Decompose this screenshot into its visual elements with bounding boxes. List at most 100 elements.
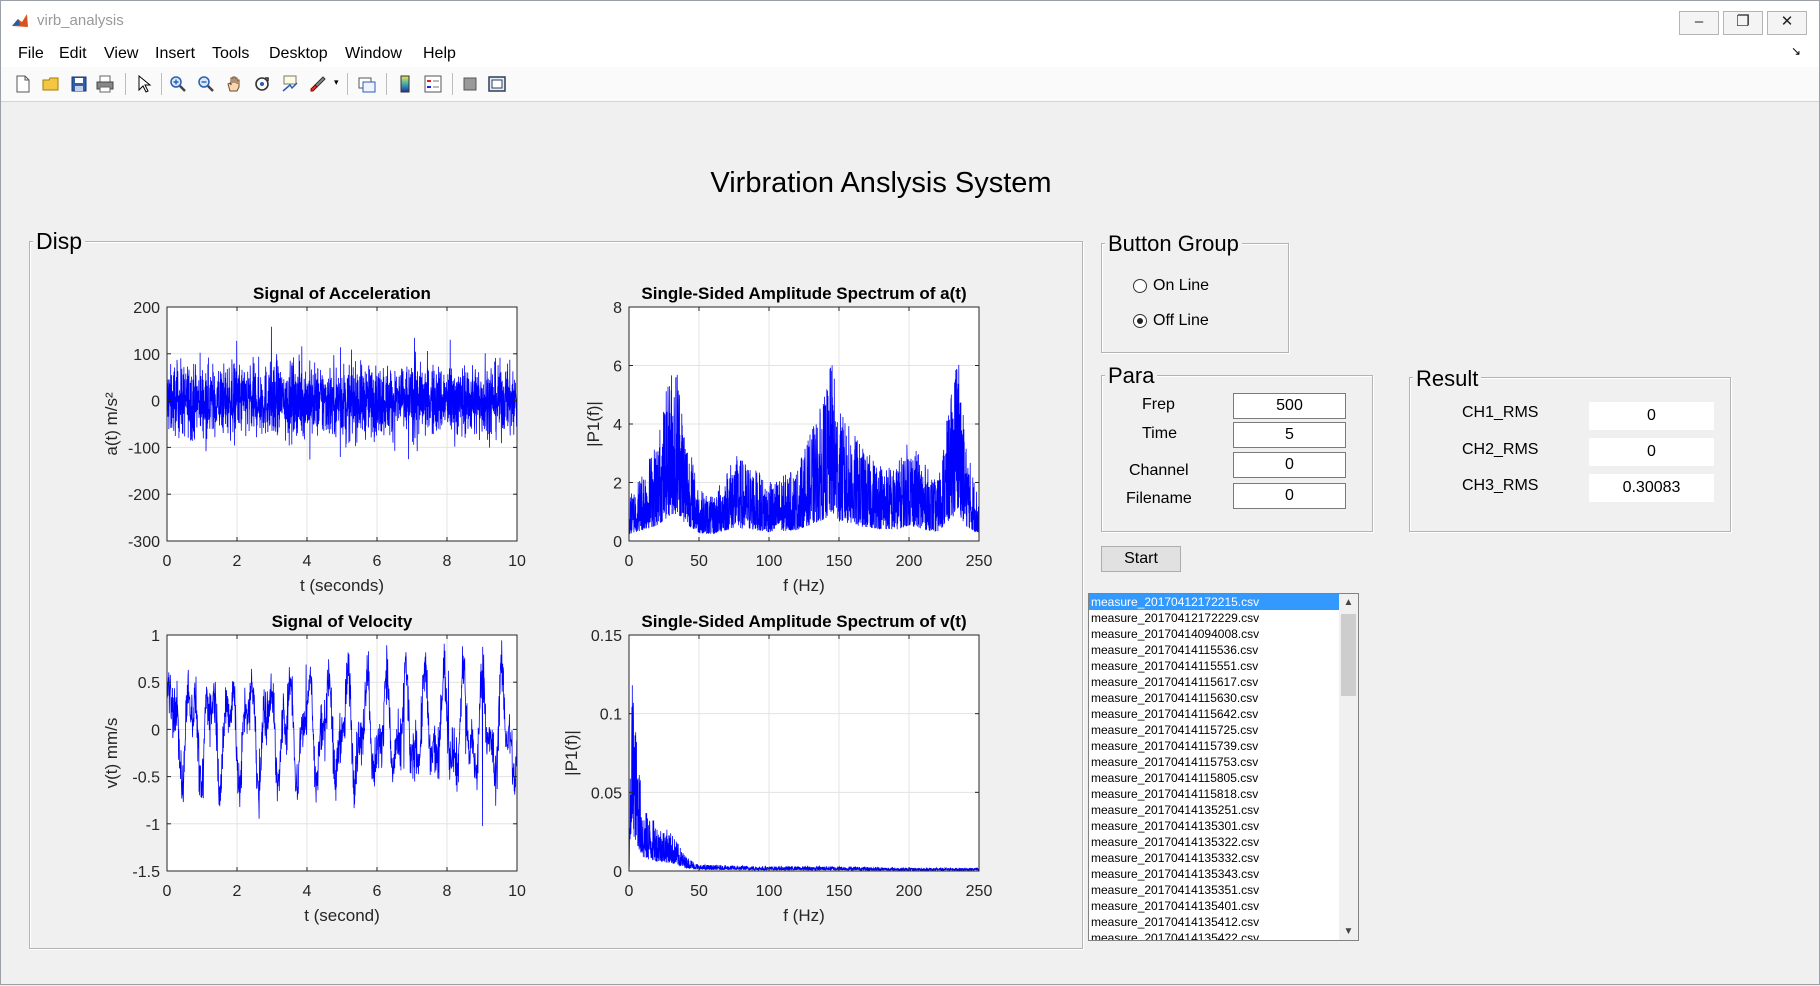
file-list-item[interactable]: measure_20170414115818.csv [1089,786,1339,802]
y-tick-label: 0.1 [600,707,622,724]
filename-field[interactable]: 0 [1233,483,1346,509]
file-list-item[interactable]: measure_20170414135251.csv [1089,802,1339,818]
x-axis-label: f (Hz) [783,906,825,925]
para-title: Para [1105,363,1158,389]
file-list-item[interactable]: measure_20170414135322.csv [1089,834,1339,850]
file-list-item[interactable]: measure_20170414115739.csv [1089,738,1339,754]
scroll-down-icon[interactable]: ▼ [1339,923,1358,940]
x-tick-label: 2 [233,553,242,570]
file-list-item[interactable]: measure_20170414115617.csv [1089,674,1339,690]
x-axis-label: t (second) [304,906,380,925]
x-tick-label: 6 [373,553,382,570]
frep-field[interactable]: 500 [1233,393,1346,419]
x-axis-label: t (seconds) [300,576,384,595]
x-tick-label: 4 [303,553,312,570]
x-tick-label: 100 [756,883,783,900]
y-axis-label: a(t) m/s² [102,392,121,456]
chart-title: Signal of Acceleration [253,284,431,303]
x-tick-label: 4 [303,883,312,900]
button-group-panel [1101,243,1289,353]
y-tick-label: 0 [151,394,160,411]
scroll-thumb[interactable] [1341,614,1356,696]
x-tick-label: 10 [508,553,526,570]
x-tick-label: 0 [625,883,634,900]
y-tick-label: 0.05 [591,785,622,802]
file-list-item[interactable]: measure_20170414115753.csv [1089,754,1339,770]
chart-1: 0 50 100 150 200 250 0 2 4 6 8 Single-Sided Amplitu… [584,284,992,595]
x-tick-label: 150 [826,883,853,900]
radio-online-label[interactable]: On Line [1153,277,1209,295]
file-list-items: measure_20170412172215.csv measure_201704… [1089,594,1339,940]
ch1-rms-label: CH1_RMS [1462,404,1539,421]
list-scrollbar[interactable]: ▲ ▼ [1339,594,1358,940]
x-tick-label: 250 [966,883,993,900]
file-list-item[interactable]: measure_20170414115725.csv [1089,722,1339,738]
figure-window: virb_analysis – ❐ ✕ File Edit View Inser… [0,0,1820,985]
file-list-item[interactable]: measure_20170414115642.csv [1089,706,1339,722]
chart-2: 0 2 4 6 8 10 -1.5 -1 -0.5 0 0.5 1 Signal of Velocity… [102,612,526,925]
ch1-rms-value: 0 [1589,402,1714,430]
frep-label: Frep [1142,396,1175,413]
y-tick-label: 0.15 [591,628,622,645]
y-tick-label: 6 [613,359,622,376]
y-tick-label: 2 [613,476,622,493]
y-tick-label: -0.5 [132,770,160,787]
x-tick-label: 100 [756,553,783,570]
file-list-item[interactable]: measure_20170414135401.csv [1089,898,1339,914]
radio-selected-dot [1137,318,1143,324]
radio-online[interactable] [1133,279,1147,293]
file-list-item[interactable]: measure_20170414135301.csv [1089,818,1339,834]
channel-field[interactable]: 0 [1233,452,1346,478]
time-field[interactable]: 5 [1233,422,1346,448]
x-tick-label: 200 [896,553,923,570]
time-label: Time [1142,425,1177,442]
y-tick-label: 100 [133,347,160,364]
x-tick-label: 0 [163,553,172,570]
file-list-item[interactable]: measure_20170414115551.csv [1089,658,1339,674]
radio-offline-label[interactable]: Off Line [1153,312,1209,330]
file-list-item[interactable]: measure_20170414135412.csv [1089,914,1339,930]
x-axis-label: f (Hz) [783,576,825,595]
channel-label: Channel [1129,462,1189,479]
y-tick-label: 8 [613,300,622,317]
file-list-item[interactable]: measure_20170414115630.csv [1089,690,1339,706]
ch3-rms-label: CH3_RMS [1462,477,1539,494]
y-tick-label: 0 [151,722,160,739]
result-title: Result [1413,366,1482,392]
scroll-up-icon[interactable]: ▲ [1339,594,1358,611]
file-list-item[interactable]: measure_20170414135343.csv [1089,866,1339,882]
y-tick-label: 4 [613,417,622,434]
y-tick-label: 0.5 [138,675,160,692]
y-axis-label: v(t) mm/s [102,718,121,789]
start-button[interactable]: Start [1101,546,1181,572]
file-list-item[interactable]: measure_20170414135332.csv [1089,850,1339,866]
y-tick-label: -1.5 [132,864,160,881]
file-list-item[interactable]: measure_20170414135351.csv [1089,882,1339,898]
file-list-item[interactable]: measure_20170412172229.csv [1089,610,1339,626]
chart-title: Single-Sided Amplitude Spectrum of v(t) [641,612,966,631]
radio-offline[interactable] [1133,314,1147,328]
x-tick-label: 0 [163,883,172,900]
y-axis-label: |P1(f)| [584,401,603,447]
ch3-rms-value: 0.30083 [1589,474,1714,502]
button-group-title: Button Group [1105,231,1242,257]
x-tick-label: 0 [625,553,634,570]
file-list-item[interactable]: measure_20170412172215.csv [1089,594,1339,610]
y-tick-label: -200 [128,487,160,504]
y-tick-label: -1 [146,817,160,834]
x-tick-label: 50 [690,553,708,570]
x-tick-label: 8 [443,553,452,570]
x-tick-label: 50 [690,883,708,900]
file-list-item[interactable]: measure_20170414115536.csv [1089,642,1339,658]
y-axis-label: |P1(f)| [562,730,581,776]
y-tick-label: 0 [613,534,622,551]
x-tick-label: 6 [373,883,382,900]
file-list-item[interactable]: measure_20170414115805.csv [1089,770,1339,786]
file-list-item[interactable]: measure_20170414094008.csv [1089,626,1339,642]
chart-title: Single-Sided Amplitude Spectrum of a(t) [641,284,966,303]
chart-0: 0 2 4 6 8 10 -300 -200 -100 0 100 200 Signal of Acce… [102,284,526,595]
file-listbox[interactable]: measure_20170412172215.csv measure_201704… [1088,593,1359,941]
file-list-item[interactable]: measure_20170414135422.csv [1089,930,1339,940]
x-tick-label: 200 [896,883,923,900]
filename-label: Filename [1126,490,1192,507]
